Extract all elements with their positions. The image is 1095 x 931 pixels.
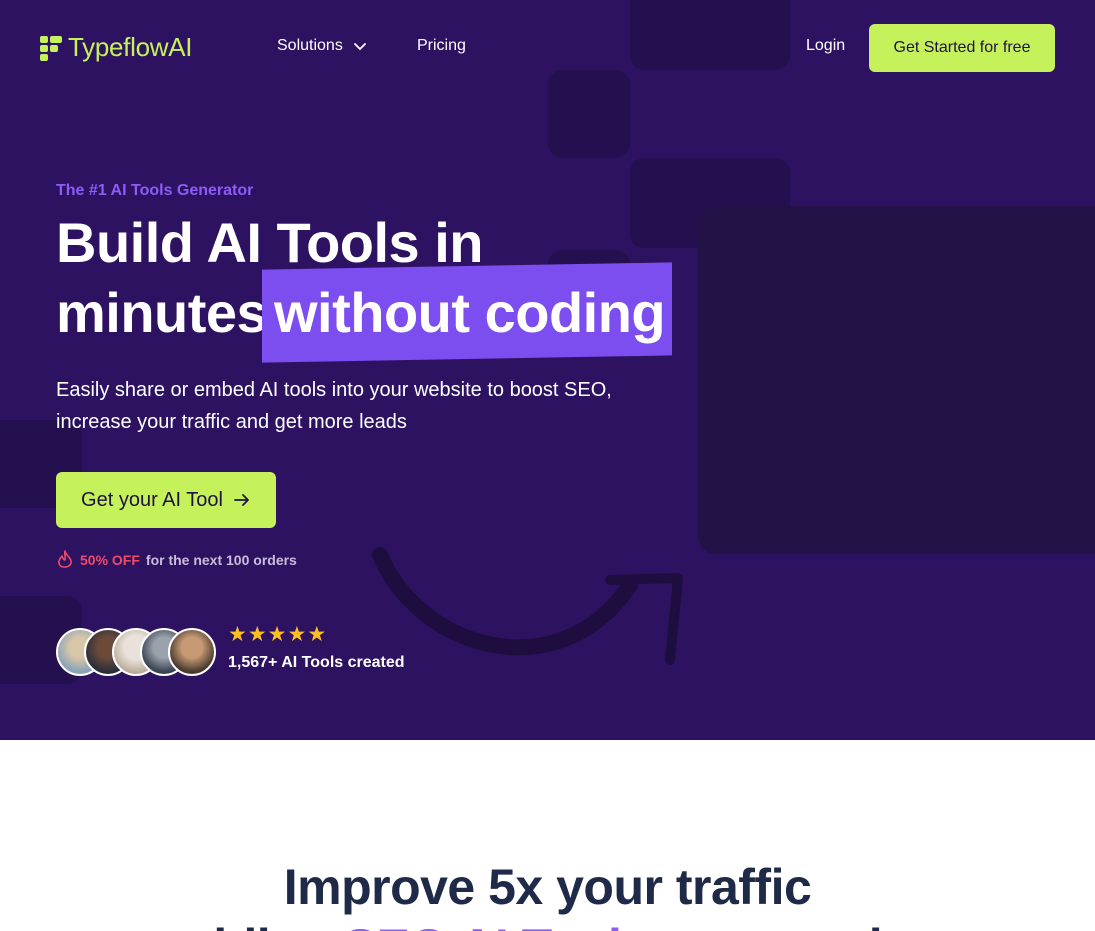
flame-icon xyxy=(58,550,72,568)
offer-discount: 50% OFF xyxy=(80,552,140,568)
chevron-down-icon xyxy=(353,43,366,51)
star-icon: ★ xyxy=(307,623,327,646)
avatar-group xyxy=(56,628,226,676)
hero-subtitle: Easily share or embed AI tools into your… xyxy=(56,379,612,433)
logo-icon xyxy=(40,34,62,62)
arrow-right-icon xyxy=(234,494,249,506)
nav-solutions-label: Solutions xyxy=(277,37,343,54)
hero-title-line1: Build AI Tools in xyxy=(56,211,484,274)
section-title-post: to your site xyxy=(662,919,926,931)
offer-text: for the next 100 orders xyxy=(145,552,297,568)
nav-pricing[interactable]: Pricing xyxy=(417,37,466,55)
hero-preview-panel xyxy=(698,206,1095,554)
star-icon: ★ xyxy=(228,623,247,646)
logo[interactable]: TypeflowAI xyxy=(40,32,192,63)
get-ai-tool-label: Get your AI Tool xyxy=(81,488,223,511)
hero-title-line2: minutes xyxy=(56,281,268,344)
hero-title-highlight: without coding xyxy=(274,281,666,344)
login-link[interactable]: Login xyxy=(806,37,845,55)
logo-text: TypeflowAI xyxy=(68,32,193,62)
star-icon: ★ xyxy=(267,623,287,646)
hero-section: TypeflowAI Solutions Pricing Login Get S… xyxy=(0,0,1095,740)
nav-solutions[interactable]: Solutions xyxy=(277,37,367,55)
section-title-line2: adding SEO AI Tools to your site xyxy=(0,918,1095,931)
decor-block xyxy=(548,70,630,158)
rating-stars: ★ ★ ★ ★ ★ xyxy=(228,622,326,647)
section-title-pre: adding xyxy=(169,919,330,931)
tools-created-count: 1,567+ AI Tools created xyxy=(228,654,405,671)
section-title-highlight: SEO AI Tools xyxy=(344,919,650,931)
star-icon: ★ xyxy=(287,623,307,646)
offer-note: 50% OFF for the next 100 orders xyxy=(56,550,297,570)
curved-arrow-icon xyxy=(372,547,683,665)
decor-block xyxy=(630,0,790,70)
get-started-button[interactable]: Get Started for free xyxy=(869,24,1055,72)
section-title-line1: Improve 5x your traffic xyxy=(283,859,812,915)
get-ai-tool-button[interactable]: Get your AI Tool xyxy=(56,472,276,528)
avatar xyxy=(168,628,216,676)
star-icon: ★ xyxy=(247,623,267,646)
hero-eyebrow: The #1 AI Tools Generator xyxy=(56,182,254,199)
